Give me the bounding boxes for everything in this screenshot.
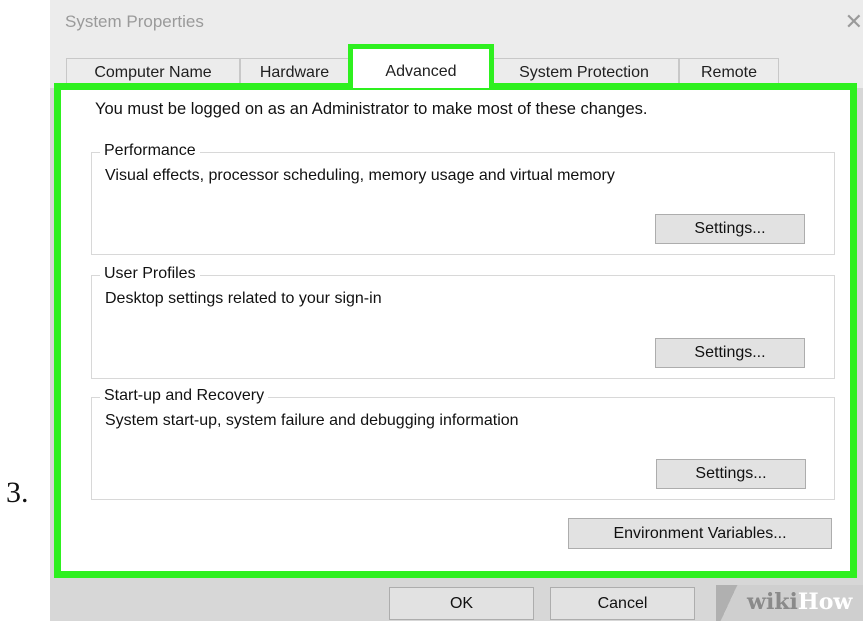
watermark-logo: wikiHow — [747, 589, 853, 615]
wikihow-watermark: wikiHow — [716, 585, 863, 621]
close-icon[interactable]: ✕ — [845, 9, 863, 35]
step-number: 3. — [6, 476, 29, 509]
environment-variables-button[interactable]: Environment Variables... — [568, 518, 832, 549]
group-description: System start-up, system failure and debu… — [105, 412, 519, 429]
tab-advanced[interactable]: Advanced — [348, 44, 494, 88]
title-bar: System Properties ✕ — [50, 0, 863, 44]
window-title: System Properties — [65, 12, 204, 31]
tab-remote[interactable]: Remote — [679, 58, 779, 86]
ok-button[interactable]: OK — [389, 587, 534, 620]
performance-settings-button[interactable]: Settings... — [655, 214, 805, 244]
startup-recovery-group: Start-up and Recovery System start-up, s… — [91, 387, 835, 500]
group-description: Desktop settings related to your sign-in — [105, 290, 382, 307]
tab-system-protection[interactable]: System Protection — [489, 58, 679, 86]
tab-strip: Computer Name Hardware Advanced System P… — [50, 44, 863, 88]
group-title: Start-up and Recovery — [100, 387, 269, 405]
cancel-button[interactable]: Cancel — [550, 587, 695, 620]
admin-notice: You must be logged on as an Administrato… — [95, 100, 648, 118]
group-title: Performance — [100, 142, 200, 160]
startup-recovery-settings-button[interactable]: Settings... — [656, 459, 806, 489]
performance-group: Performance Visual effects, processor sc… — [91, 142, 835, 255]
watermark-stripe — [716, 585, 742, 621]
advanced-tab-panel: You must be logged on as an Administrato… — [54, 83, 857, 578]
system-properties-window: System Properties ✕ Computer Name Hardwa… — [50, 0, 863, 621]
tab-computer-name[interactable]: Computer Name — [66, 58, 240, 86]
tab-hardware[interactable]: Hardware — [240, 58, 349, 86]
group-title: User Profiles — [100, 265, 200, 283]
user-profiles-settings-button[interactable]: Settings... — [655, 338, 805, 368]
group-description: Visual effects, processor scheduling, me… — [105, 167, 615, 184]
user-profiles-group: User Profiles Desktop settings related t… — [91, 265, 835, 379]
